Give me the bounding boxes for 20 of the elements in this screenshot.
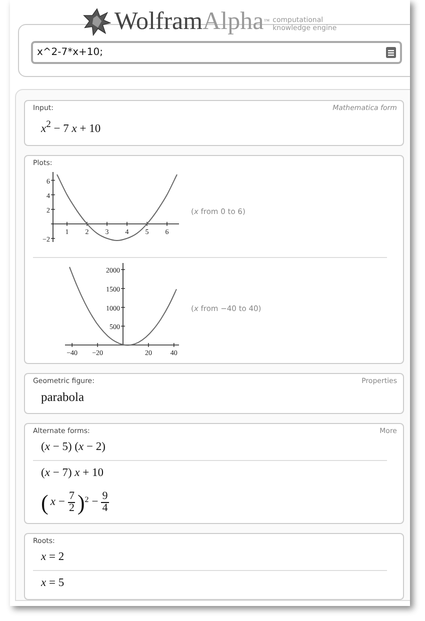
exponent: 2 [84,494,89,506]
minus-sign: − [57,495,66,510]
search-field[interactable]: x^2-7*x+10; [31,41,402,64]
math-expression: (x − 5) (x − 2) [41,440,106,455]
logo-wordmark: WolframAlpha$^{™}$ [114,8,270,36]
keyboard-icon[interactable] [386,47,396,58]
line-series [56,174,178,241]
math-variable: x [50,495,56,510]
math-expression: x = 5 [41,576,64,591]
fraction: 7 2 [68,491,76,514]
parenthesis: ) [77,490,85,515]
math-expression: x = 2 [41,550,64,565]
star-logo-icon [83,8,112,36]
minus-sign: − [90,495,100,510]
parenthesis: ( [41,490,48,515]
fraction: 9 4 [101,491,109,514]
result-text: parabola [41,388,84,406]
line-series [69,266,177,346]
math-expression: x$^{2}$ − 7 x + 10 [41,118,101,137]
math-expression: (x − 7) x + 10 [41,466,104,481]
